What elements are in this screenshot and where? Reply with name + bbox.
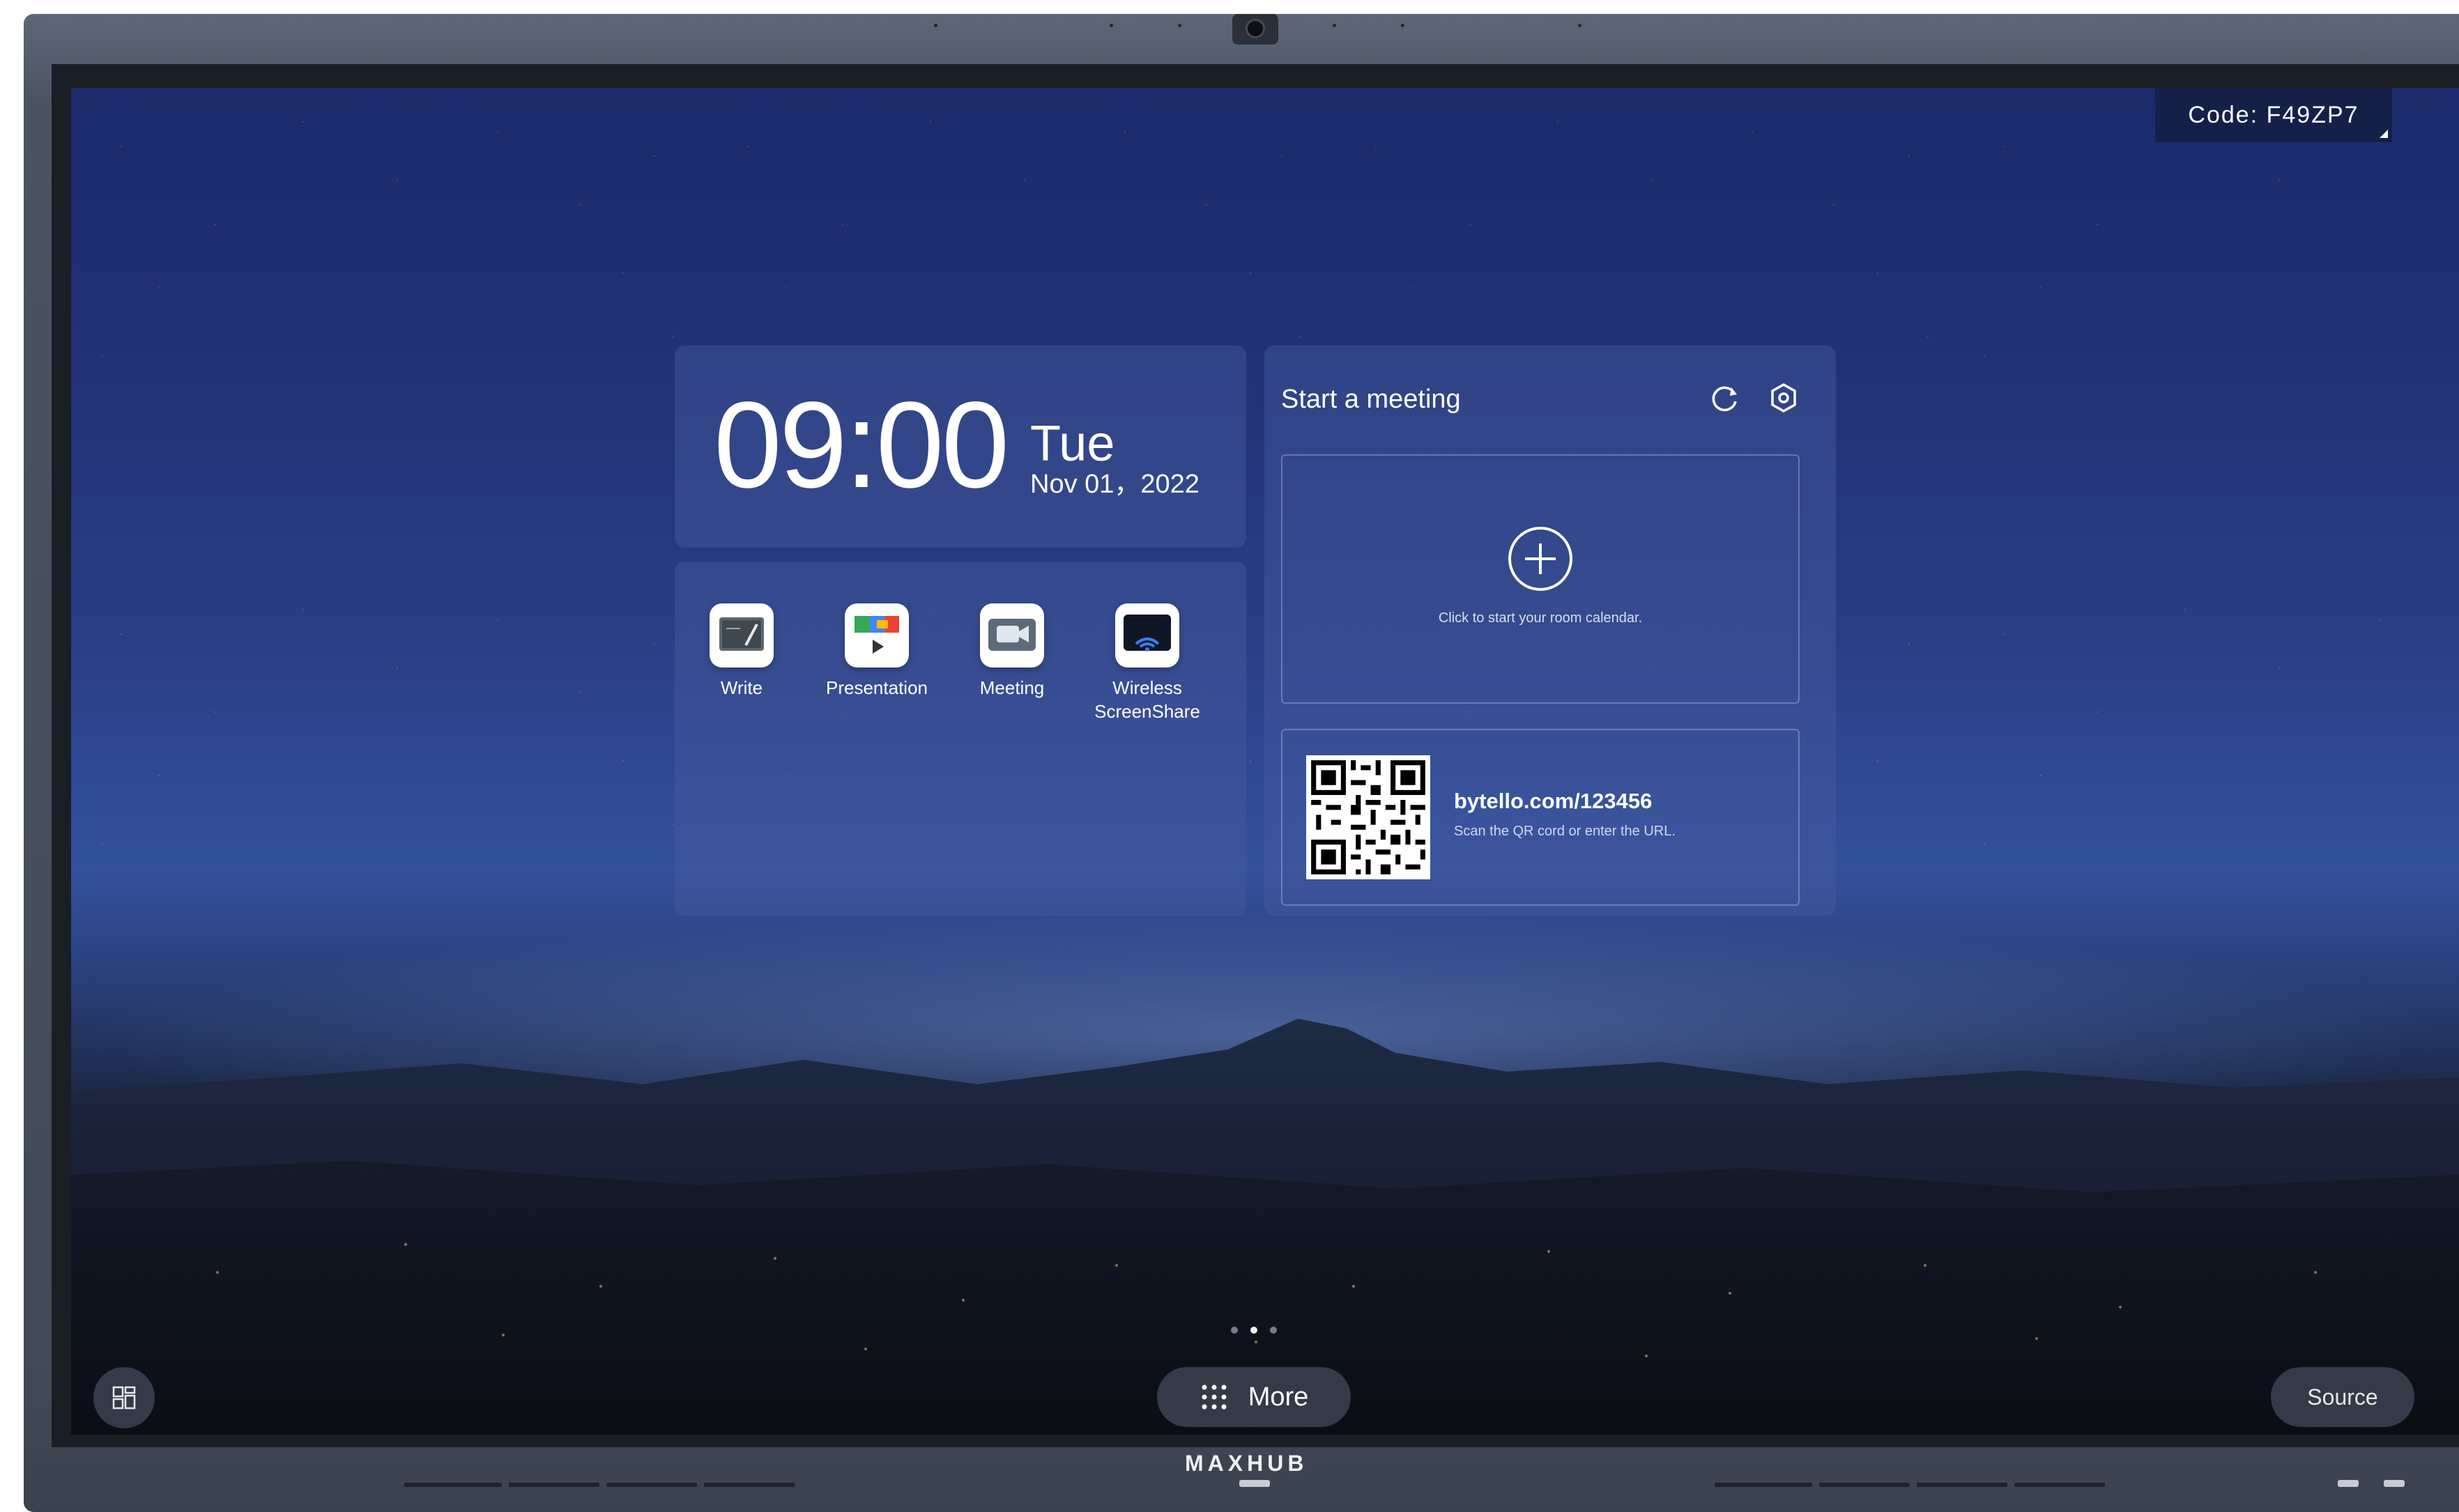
meeting-panel-title: Start a meeting [1281, 385, 1461, 414]
home-screen: Code: F49ZP7 09:00 Tue Nov 01，2022 Write [71, 88, 2459, 1435]
clock-day: Tue [1030, 416, 1115, 472]
room-code-value: F49ZP7 [2266, 101, 2359, 128]
mic-hole [934, 24, 937, 27]
page-dot[interactable] [1270, 1327, 1277, 1334]
speaker-grille [606, 1483, 697, 1487]
speaker-grille [404, 1483, 502, 1487]
resize-corner-icon [2380, 130, 2388, 138]
join-url[interactable]: bytello.com/123456 [1454, 789, 1652, 814]
settings-icon[interactable] [1766, 380, 1801, 415]
room-code-label: Code: [2188, 101, 2259, 128]
page-indicator[interactable] [1231, 1327, 1277, 1334]
qr-hint: Scan the QR cord or enter the URL. [1454, 824, 1676, 839]
more-button[interactable]: More [1157, 1367, 1351, 1427]
mic-hole [1178, 24, 1181, 27]
clock-time: 09:00 [714, 377, 1009, 514]
wireless-screenshare-icon [1115, 603, 1179, 668]
app-write[interactable]: Write [679, 603, 804, 700]
meeting-panel: Start a meeting Click to start your room… [1264, 346, 1836, 916]
mic-hole [1401, 24, 1404, 27]
widgets-button[interactable] [93, 1367, 155, 1428]
mic-hole [1333, 24, 1336, 27]
app-presentation-label: Presentation [826, 677, 928, 698]
speaker-grille [1715, 1483, 1812, 1487]
usb-port [2384, 1480, 2405, 1487]
app-presentation[interactable]: Presentation [814, 603, 940, 700]
source-button[interactable]: Source [2271, 1367, 2414, 1427]
quick-apps-panel: Write Presentation Meeting Wireless Scre… [675, 562, 1246, 916]
mic-hole [1110, 24, 1113, 27]
page-dot[interactable] [1231, 1327, 1238, 1334]
speaker-grille [1917, 1483, 2007, 1487]
join-qr-box: bytello.com/123456 Scan the QR cord or e… [1281, 729, 1800, 906]
app-write-label: Write [720, 677, 763, 698]
mic-hole [1578, 24, 1581, 27]
apps-grid-icon [1202, 1384, 1227, 1410]
speaker-grille [509, 1483, 599, 1487]
speaker-grille [1819, 1483, 1910, 1487]
ir-sensor [1239, 1480, 1270, 1487]
clock-widget: 09:00 Tue Nov 01，2022 [675, 346, 1246, 548]
room-calendar-box[interactable]: Click to start your room calendar. [1281, 454, 1800, 704]
usb-port [2338, 1480, 2359, 1487]
qr-code [1306, 755, 1430, 879]
app-meeting[interactable]: Meeting [949, 603, 1075, 700]
add-circle-icon [1508, 527, 1572, 591]
speaker-grille [2014, 1483, 2105, 1487]
page-dot-active[interactable] [1250, 1327, 1257, 1334]
app-meeting-label: Meeting [979, 677, 1045, 698]
app-wireless-screenshare-label: Wireless ScreenShare [1094, 677, 1200, 722]
refresh-icon[interactable] [1708, 380, 1742, 415]
app-wireless-screenshare[interactable]: Wireless ScreenShare [1085, 603, 1210, 723]
whiteboard-icon [710, 603, 774, 668]
clock-date: Nov 01，2022 [1030, 470, 1200, 499]
widgets-icon [112, 1386, 136, 1410]
brand-logo: MAXHUB [1185, 1451, 1308, 1476]
speaker-grille [704, 1483, 795, 1487]
more-button-label: More [1248, 1382, 1309, 1412]
camera-icon [1232, 14, 1278, 45]
calendar-hint: Click to start your room calendar. [1438, 610, 1643, 626]
presentation-icon [845, 603, 909, 668]
room-code-badge[interactable]: Code: F49ZP7 [2155, 88, 2392, 142]
source-button-label: Source [2307, 1384, 2378, 1410]
video-meeting-icon [980, 603, 1044, 668]
